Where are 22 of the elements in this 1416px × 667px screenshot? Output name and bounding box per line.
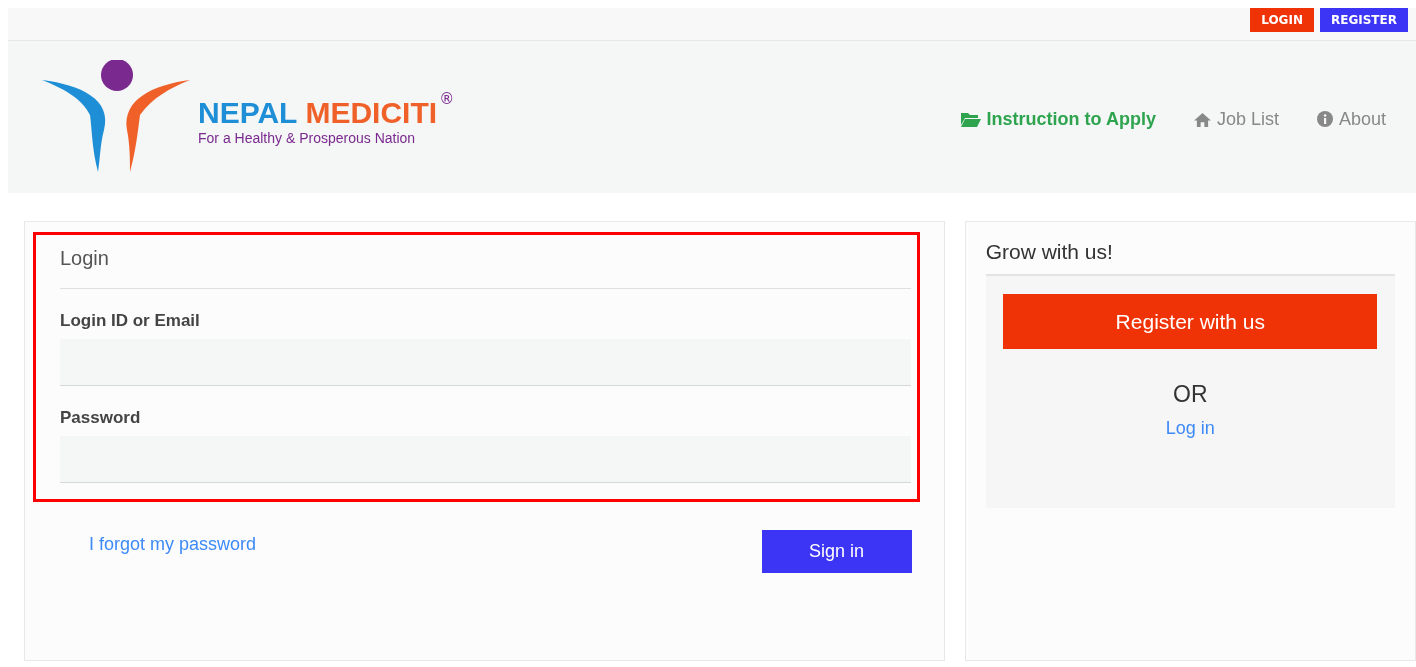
folder-icon	[960, 111, 981, 127]
register-button[interactable]: Register with us	[1003, 294, 1378, 349]
log-in-link[interactable]: Log in	[1165, 418, 1215, 439]
home-icon	[1193, 111, 1211, 127]
form-title: Login	[60, 247, 911, 289]
sign-in-button[interactable]: Sign in	[761, 530, 912, 573]
brand-name: NEPAL	[198, 96, 298, 130]
top-nav-button[interactable]: LOGIN	[1250, 8, 1314, 32]
brand-name: MEDICITI	[305, 96, 438, 130]
nav-link[interactable]: Instruction to Apply	[960, 108, 1156, 130]
top-nav-button[interactable]: REGISTER	[1319, 8, 1408, 32]
field-label: Login ID or Email	[60, 311, 201, 331]
registered-mark: ®	[439, 90, 455, 108]
input-field[interactable]	[60, 436, 911, 483]
or-separator: OR	[1173, 381, 1208, 408]
input-field[interactable]	[60, 339, 911, 386]
field-label: Password	[60, 408, 142, 428]
nav-link[interactable]: Job List	[1193, 108, 1279, 130]
nav-link[interactable]: About	[1316, 108, 1386, 130]
info-icon	[1316, 111, 1333, 127]
logo-tagline: For a Healthy & Prosperous Nation	[198, 130, 417, 146]
forgot-password-link[interactable]: I forgot my password	[89, 534, 257, 555]
